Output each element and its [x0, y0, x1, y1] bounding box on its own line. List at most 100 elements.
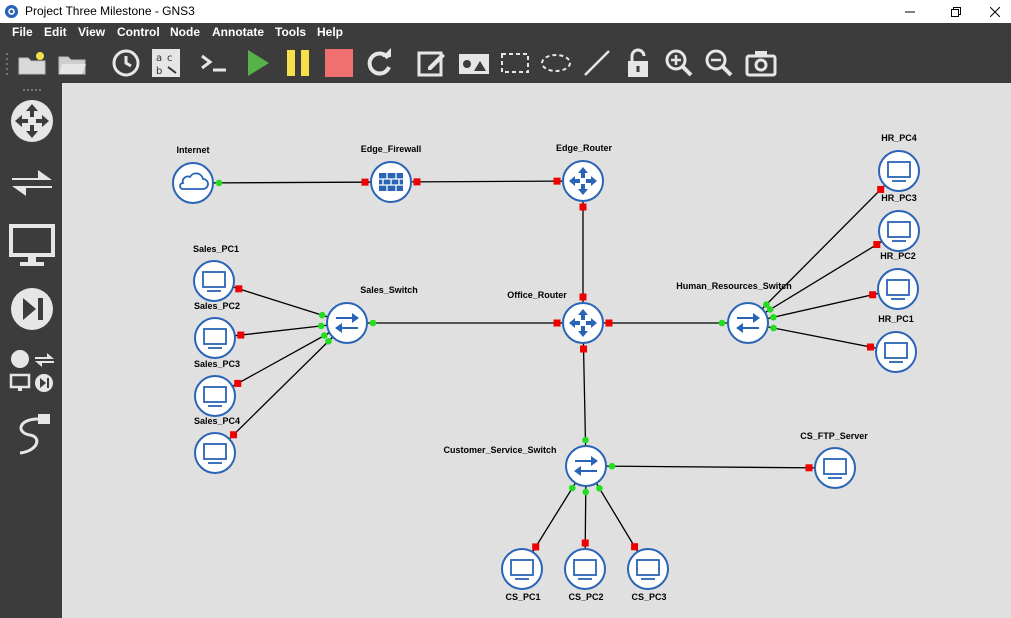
zoom-in-button[interactable]	[663, 47, 695, 79]
end-devices-category-button[interactable]	[8, 221, 56, 269]
open-folder-icon	[58, 56, 86, 75]
cloud-icon	[172, 162, 214, 204]
node-hr_pc1[interactable]	[875, 331, 917, 373]
node-label-hr_pc4: HR_PC4	[881, 133, 917, 143]
security-devices-category-button[interactable]	[8, 285, 56, 333]
node-label-sales_switch: Sales_Switch	[360, 285, 418, 295]
zoom-in-icon	[665, 49, 693, 77]
port-status-up-hr_switch	[770, 324, 777, 332]
port-status-up-cs_switch	[608, 462, 616, 470]
port-status-down-edge_firewall	[361, 178, 369, 186]
add-note-button[interactable]	[416, 47, 448, 79]
node-cs_pc2[interactable]	[564, 548, 606, 590]
switches-category-button[interactable]	[8, 159, 56, 207]
window-title: Project Three Milestone - GNS3	[25, 4, 195, 18]
pc-icon	[194, 432, 236, 474]
reload-all-button[interactable]	[363, 47, 395, 79]
routers-category-button[interactable]	[8, 97, 56, 145]
port-status-down-office_router	[605, 319, 613, 327]
pc-icon	[564, 548, 606, 590]
link-office_router-cs_switch[interactable]	[582, 322, 587, 467]
node-hr_pc2[interactable]	[877, 268, 919, 310]
svg-text:b: b	[156, 66, 162, 77]
port-status-up-sales_switch	[320, 332, 328, 339]
node-cs_switch[interactable]	[565, 445, 607, 487]
snapshot-button[interactable]	[110, 47, 142, 79]
all-devices-category-icon	[9, 350, 54, 392]
node-sales_pc4[interactable]	[194, 432, 236, 474]
port-status-down-office_router	[580, 345, 588, 353]
device-category-dock	[0, 83, 62, 618]
links-layer	[192, 170, 900, 570]
node-hr_pc3[interactable]	[878, 210, 920, 252]
topology-canvas[interactable]: Internet Edge_Firewall Edge_Router Office_R…	[62, 83, 1011, 618]
port-status-down-sales_pc4	[230, 431, 238, 439]
add-link-button[interactable]	[8, 411, 56, 459]
take-screenshot-button[interactable]	[745, 47, 777, 79]
node-hr_pc4[interactable]	[878, 150, 920, 192]
show-interface-labels-button[interactable]: a c b	[150, 47, 182, 79]
draw-rectangle-button[interactable]	[499, 47, 531, 79]
zoom-out-button[interactable]	[703, 47, 735, 79]
suspend-all-button[interactable]	[282, 47, 314, 79]
node-sales_pc3[interactable]	[194, 375, 236, 417]
draw-line-button[interactable]	[581, 47, 613, 79]
gns3-app-icon	[4, 4, 19, 19]
node-label-cs_ftp_server: CS_FTP_Server	[800, 431, 868, 441]
menu-edit[interactable]: Edit	[44, 25, 67, 39]
topology-svg[interactable]: Internet Edge_Firewall Edge_Router Office_R…	[62, 83, 1011, 618]
node-cs_pc1[interactable]	[501, 548, 543, 590]
stop-all-button[interactable]	[323, 47, 355, 79]
menu-tools[interactable]: Tools	[275, 25, 306, 39]
node-internet[interactable]	[172, 162, 214, 204]
draw-ellipse-icon	[541, 54, 571, 72]
port-status-down-cs_ftp_server	[805, 464, 813, 472]
node-sales_pc2[interactable]	[194, 317, 236, 359]
all-devices-category-button[interactable]	[8, 347, 56, 395]
node-cs_ftp_server[interactable]	[814, 447, 856, 489]
pause-icon	[287, 50, 309, 76]
menu-node[interactable]: Node	[170, 25, 200, 39]
show-interface-labels-icon: a c b	[152, 49, 180, 77]
add-note-icon	[417, 51, 445, 77]
port-status-up-sales_switch	[369, 319, 377, 327]
port-status-down-hr_pc2	[869, 291, 877, 299]
new-project-button[interactable]	[16, 47, 48, 79]
pc-icon	[878, 150, 920, 192]
lock-items-button[interactable]	[622, 47, 654, 79]
start-all-button[interactable]	[241, 47, 273, 79]
draw-ellipse-button[interactable]	[540, 47, 572, 79]
port-status-up-cs_switch	[596, 484, 603, 492]
open-project-button[interactable]	[56, 47, 88, 79]
restore-button[interactable]	[933, 0, 979, 23]
reload-icon	[367, 48, 391, 76]
node-edge_firewall[interactable]	[370, 161, 412, 203]
node-sales_switch[interactable]	[326, 302, 368, 344]
link-internet-edge_firewall[interactable]	[192, 181, 392, 184]
console-all-button[interactable]	[198, 47, 230, 79]
node-label-internet: Internet	[176, 145, 209, 155]
menu-file[interactable]: File	[12, 25, 33, 39]
draw-rectangle-icon	[501, 53, 529, 73]
toolbar-grip-icon	[6, 53, 8, 75]
menu-help[interactable]: Help	[317, 25, 343, 39]
minimize-button[interactable]	[887, 0, 933, 23]
insert-picture-button[interactable]	[458, 47, 490, 79]
port-status-down-hr_pc4	[877, 185, 885, 193]
menu-annotate[interactable]: Annotate	[212, 25, 264, 39]
node-edge_router[interactable]	[562, 160, 604, 202]
menu-view[interactable]: View	[78, 25, 105, 39]
menu-control[interactable]: Control	[117, 25, 160, 39]
close-button[interactable]	[979, 0, 1011, 23]
node-sales_pc1[interactable]	[193, 260, 235, 302]
port-status-down-sales_pc3	[234, 379, 242, 387]
node-cs_pc3[interactable]	[627, 548, 669, 590]
node-hr_switch[interactable]	[727, 302, 769, 344]
port-status-down-edge_router	[553, 177, 561, 185]
add-link-icon	[19, 414, 50, 455]
node-label-hr_pc3: HR_PC3	[881, 193, 917, 203]
close-icon	[990, 6, 1000, 17]
menu-bar: File Edit View Control Node Annotate Too…	[0, 23, 1011, 43]
node-office_router[interactable]	[562, 302, 604, 344]
link-cs_switch-cs_ftp_server[interactable]	[585, 465, 836, 469]
